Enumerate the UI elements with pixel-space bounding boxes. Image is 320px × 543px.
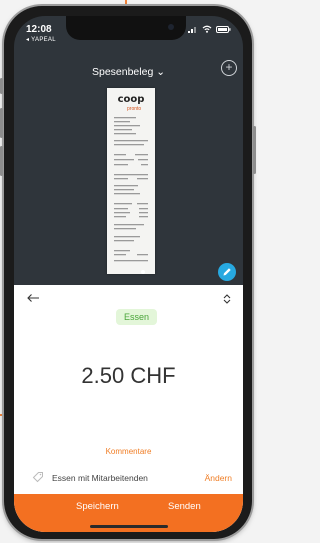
volume-down-button — [0, 146, 3, 176]
signal-icon — [188, 26, 196, 33]
document-type-selector[interactable]: Spesenbeleg ⌄ — [14, 66, 243, 78]
edit-comment-link[interactable]: Ändern — [205, 473, 232, 483]
action-bar: Speichern Senden — [14, 494, 243, 532]
back-to-app-link[interactable]: ◂ YAPEAL — [26, 36, 56, 43]
tag-icon — [32, 472, 43, 483]
expand-sheet-icon[interactable] — [223, 294, 231, 304]
save-button[interactable]: Speichern — [76, 501, 119, 512]
page-indicator-dot — [141, 270, 145, 274]
phone-frame: 12:08 ◂ YAPEAL Spesenbeleg ⌄ + coop pron… — [0, 6, 256, 539]
back-arrow-icon[interactable] — [26, 293, 40, 303]
comment-row: Essen mit Mitarbeitenden Ändern — [32, 471, 232, 483]
receipt-image[interactable]: coop pronto — [107, 88, 155, 274]
comment-text: Essen mit Mitarbeitenden — [52, 473, 148, 483]
volume-up-button — [0, 108, 3, 138]
wifi-icon — [202, 25, 212, 33]
comments-label: Kommentare — [105, 447, 152, 456]
edit-receipt-button[interactable] — [218, 263, 236, 281]
category-tag[interactable]: Essen — [116, 309, 158, 325]
plus-icon: + — [225, 60, 233, 74]
receipt-text-lines — [114, 117, 148, 262]
add-document-button[interactable]: + — [221, 60, 237, 76]
front-camera — [168, 24, 174, 30]
silent-switch — [0, 78, 3, 94]
app-screen: 12:08 ◂ YAPEAL Spesenbeleg ⌄ + coop pron… — [14, 16, 243, 532]
pencil-icon — [223, 268, 231, 276]
amount-display[interactable]: 2.50 CHF — [14, 363, 243, 389]
status-time: 12:08 — [26, 24, 52, 35]
battery-icon — [216, 25, 231, 33]
send-button[interactable]: Senden — [168, 501, 201, 512]
notch — [66, 16, 186, 40]
status-icons — [188, 25, 231, 33]
home-indicator — [90, 525, 168, 528]
power-button — [253, 126, 256, 174]
